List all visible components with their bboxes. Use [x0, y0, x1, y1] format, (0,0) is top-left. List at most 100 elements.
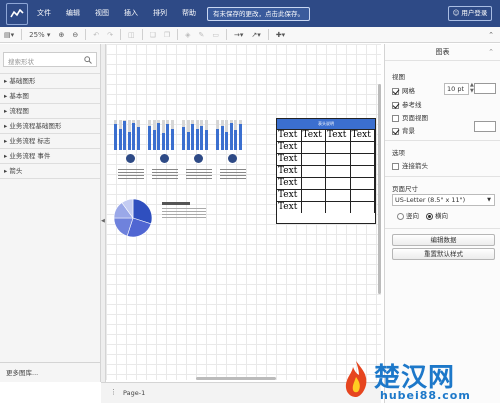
bar[interactable] — [152, 130, 156, 150]
page-layout-icon[interactable]: ▤▾ — [4, 31, 14, 39]
bar[interactable] — [118, 129, 122, 150]
connection-arrows-option[interactable]: 连接箭头 — [392, 160, 428, 170]
table-cell[interactable] — [326, 202, 351, 213]
app-logo-icon[interactable] — [6, 2, 28, 25]
bar[interactable] — [114, 124, 117, 150]
canvas-hscrollbar[interactable] — [196, 377, 276, 380]
menu-file[interactable]: 文件 — [37, 0, 51, 27]
bar[interactable] — [166, 124, 169, 150]
table-cell[interactable] — [302, 178, 326, 189]
table-cell[interactable] — [326, 166, 351, 177]
bar[interactable] — [200, 126, 203, 150]
table-cell[interactable] — [302, 202, 326, 213]
unsaved-changes-button[interactable]: 有未保存的更改，点击此保存。 — [207, 7, 310, 21]
bar[interactable] — [216, 129, 219, 150]
shape-search-input[interactable]: 搜索形状 — [3, 52, 97, 67]
table-cell[interactable] — [351, 166, 375, 177]
data-table-shape[interactable]: 表头说明 Text Text Text Text Text Text Text Text Tex… — [276, 118, 376, 224]
table-cell[interactable]: Text — [277, 202, 302, 213]
category-basic-diagram[interactable]: ▸ 基本图 — [0, 89, 100, 104]
portrait-radio[interactable] — [397, 212, 404, 220]
table-row[interactable]: Text — [277, 177, 375, 189]
bar[interactable] — [238, 124, 242, 150]
table-cell[interactable]: Text — [326, 130, 351, 141]
fill-color-icon[interactable]: ◈ — [185, 31, 190, 39]
table-cell[interactable] — [351, 178, 375, 189]
menu-insert[interactable]: 插入 — [124, 0, 138, 27]
table-cell[interactable]: Text — [277, 154, 302, 165]
bar[interactable] — [161, 133, 165, 150]
icon-circle[interactable] — [228, 154, 237, 163]
category-bpmn-signs[interactable]: ▸ 业务流程 标志 — [0, 134, 100, 149]
menu-view[interactable]: 视图 — [95, 0, 109, 27]
portrait-option[interactable]: 竖向 — [397, 210, 419, 220]
bar[interactable] — [229, 123, 233, 150]
waypoint-style-icon[interactable]: ↗▾ — [251, 31, 260, 39]
table-row[interactable]: Text — [277, 165, 375, 177]
landscape-option[interactable]: 横向 — [426, 210, 448, 220]
menu-help[interactable]: 帮助 — [182, 0, 196, 27]
bar[interactable] — [186, 132, 190, 150]
table-cell[interactable] — [302, 154, 326, 165]
category-flowchart[interactable]: ▸ 流程图 — [0, 104, 100, 119]
guides-option[interactable]: 参考线 — [392, 99, 422, 109]
more-shapes-link[interactable]: 更多图库... — [0, 362, 100, 382]
grid-size-input[interactable]: 10 pt — [444, 83, 469, 95]
bar[interactable] — [136, 127, 140, 150]
table-cell[interactable] — [326, 142, 351, 153]
table-cell[interactable]: Text — [277, 142, 302, 153]
undo-icon[interactable]: ↶ — [93, 31, 99, 39]
table-cell[interactable]: Text — [277, 130, 302, 141]
table-cell[interactable] — [302, 142, 326, 153]
table-cell[interactable] — [326, 178, 351, 189]
bar[interactable] — [204, 130, 208, 150]
icon-circle[interactable] — [194, 154, 203, 163]
table-cell[interactable] — [326, 190, 351, 201]
page-menu-icon[interactable]: ⋮ — [110, 388, 117, 396]
grid-checkbox[interactable] — [392, 87, 399, 95]
table-row[interactable]: Text — [277, 153, 375, 165]
table-row[interactable]: Text — [277, 201, 375, 213]
collapse-panel-icon[interactable]: ⌃ — [488, 48, 494, 56]
canvas-scrollbar[interactable] — [378, 84, 381, 294]
table-cell[interactable]: Text — [302, 130, 326, 141]
table-cell[interactable]: Text — [277, 178, 302, 189]
bar[interactable] — [127, 132, 131, 150]
menu-arrange[interactable]: 排列 — [153, 0, 167, 27]
table-cell[interactable] — [351, 190, 375, 201]
zoom-out-icon[interactable]: ⊖ — [72, 31, 78, 39]
reset-style-button[interactable]: 重置默认样式 — [392, 248, 495, 260]
table-cell[interactable]: Text — [351, 130, 375, 141]
background-color-swatch[interactable] — [474, 121, 496, 132]
background-checkbox[interactable] — [392, 127, 399, 135]
grid-color-swatch[interactable] — [474, 83, 496, 94]
pie-chart-shape[interactable] — [113, 198, 153, 238]
table-row[interactable]: Text — [277, 189, 375, 201]
bar[interactable] — [157, 123, 160, 150]
table-cell[interactable] — [351, 154, 375, 165]
bar[interactable] — [123, 121, 126, 150]
category-arrows[interactable]: ▸ 箭头 — [0, 164, 100, 179]
redo-icon[interactable]: ↷ — [107, 31, 113, 39]
icon-circle[interactable] — [126, 154, 135, 163]
category-bpmn-basic[interactable]: ▸ 业务流程基础图形 — [0, 119, 100, 134]
insert-plus-icon[interactable]: ✚▾ — [276, 31, 285, 39]
page-view-option[interactable]: 页面视图 — [392, 112, 428, 122]
guides-checkbox[interactable] — [392, 101, 399, 109]
bar[interactable] — [220, 126, 224, 150]
collapse-toolbar-icon[interactable]: ⌃ — [488, 31, 494, 39]
shadow-icon[interactable]: ▭ — [212, 31, 219, 39]
page-tab[interactable]: Page-1 — [123, 389, 145, 397]
category-bpmn-events[interactable]: ▸ 业务流程 事件 — [0, 149, 100, 164]
line-color-icon[interactable]: ✎ — [199, 31, 205, 39]
edit-data-button[interactable]: 编辑数据 — [392, 234, 495, 246]
table-row[interactable]: Text — [277, 141, 375, 153]
icon-circle[interactable] — [160, 154, 169, 163]
grid-option[interactable]: 网格 — [392, 85, 415, 95]
bar[interactable] — [148, 126, 151, 150]
table-cell[interactable]: Text — [277, 190, 302, 201]
table-cell[interactable] — [351, 142, 375, 153]
table-row[interactable]: Text Text Text Text — [277, 129, 375, 141]
to-back-icon[interactable]: ❐ — [164, 31, 170, 39]
page-view-checkbox[interactable] — [392, 114, 399, 122]
